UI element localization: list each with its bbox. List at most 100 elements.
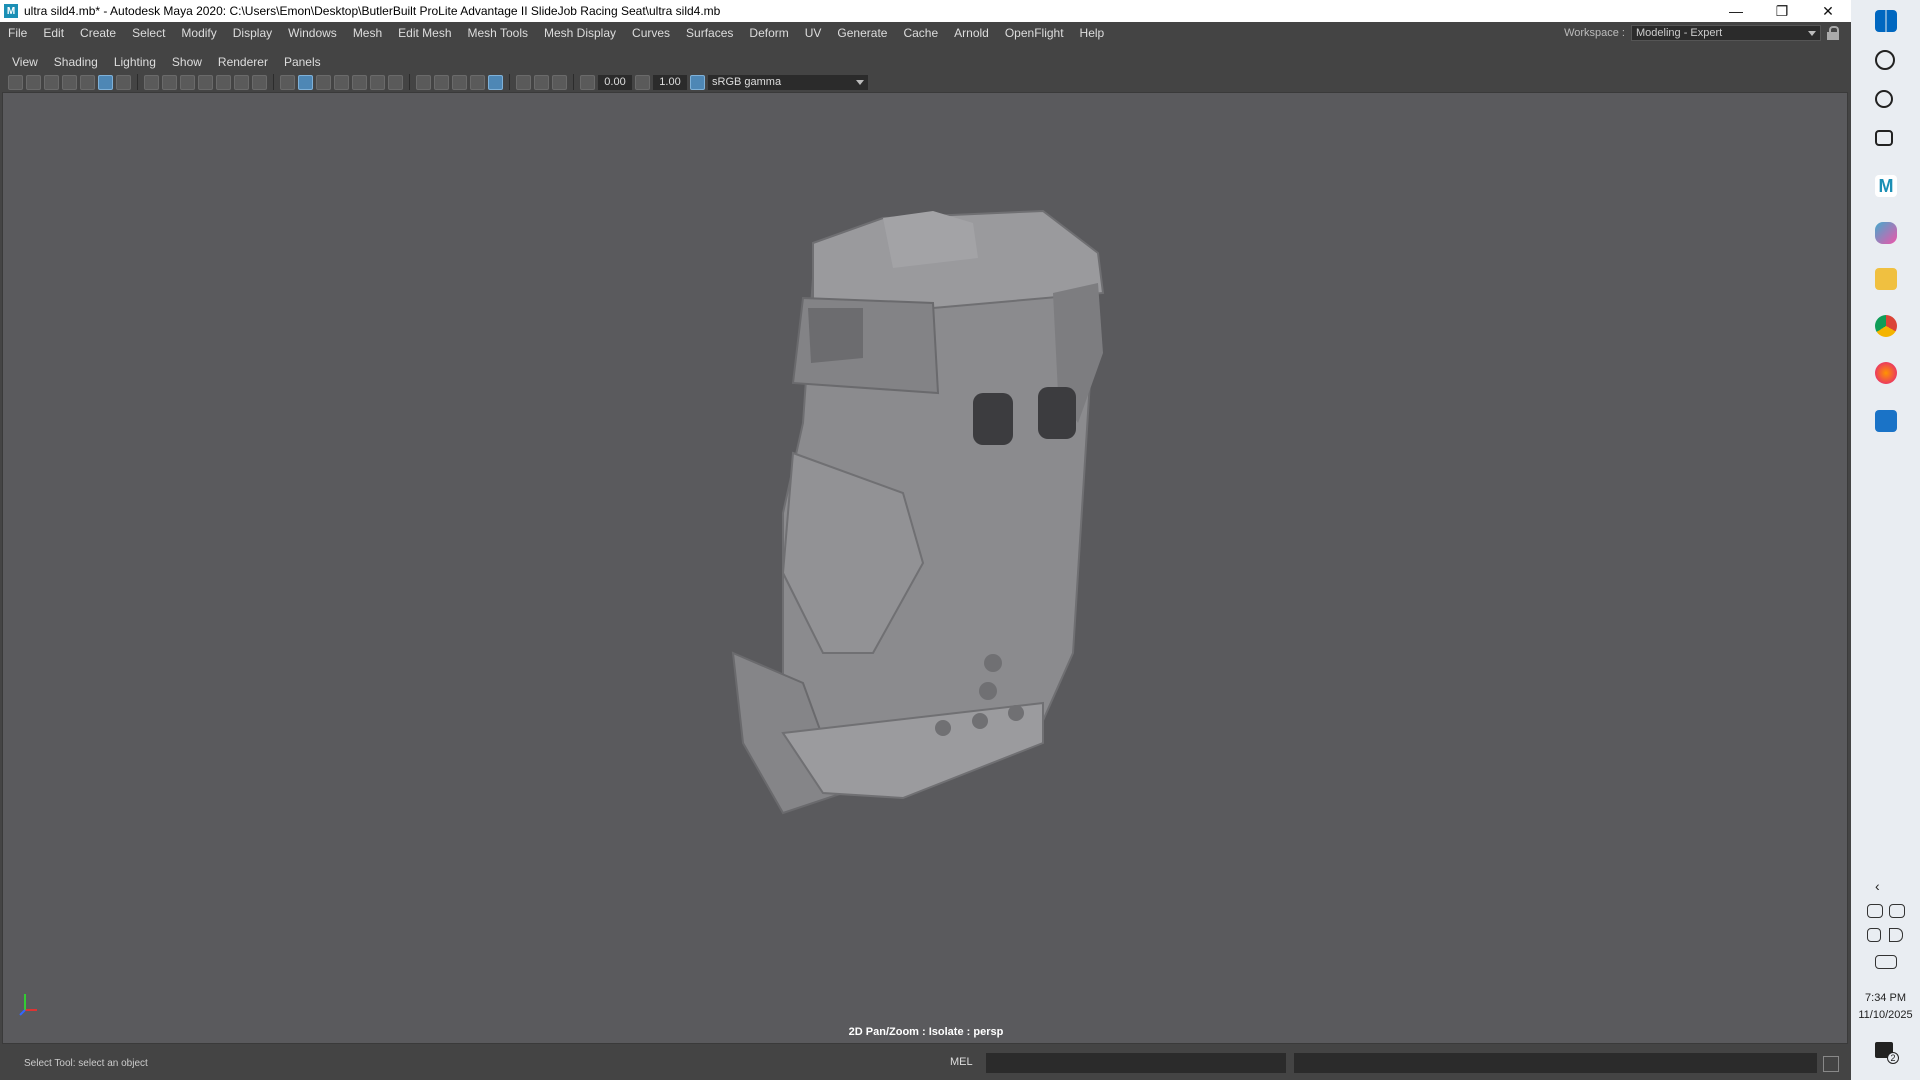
menu-curves[interactable]: Curves (624, 26, 678, 40)
maya-taskbar-icon[interactable]: M (1875, 175, 1897, 197)
main-menu-bar: File Edit Create Select Modify Display W… (0, 22, 1851, 44)
status-bar: Select Tool: select an object MEL (0, 1044, 1851, 1080)
panel-menu-shading[interactable]: Shading (50, 55, 106, 69)
xray-icon[interactable] (516, 74, 531, 90)
color-space-dropdown[interactable]: sRGB gamma (708, 74, 868, 90)
menu-windows[interactable]: Windows (280, 26, 345, 40)
menu-help[interactable]: Help (1072, 26, 1113, 40)
safe-title-icon[interactable] (252, 74, 267, 90)
menu-deform[interactable]: Deform (741, 26, 796, 40)
menu-create[interactable]: Create (72, 26, 124, 40)
depth-of-field-icon[interactable] (470, 74, 485, 90)
close-button[interactable]: ✕ (1805, 0, 1851, 22)
workspace-value: Modeling - Expert (1636, 27, 1723, 39)
panel-menu-bar: View Shading Lighting Show Renderer Pane… (8, 53, 1848, 71)
menu-display[interactable]: Display (225, 26, 280, 40)
maya-app-icon[interactable]: M (4, 4, 18, 18)
menu-mesh[interactable]: Mesh (345, 26, 390, 40)
smooth-shade-icon[interactable] (298, 74, 313, 90)
gamma-icon[interactable] (635, 74, 650, 90)
clock-date[interactable]: 11/10/2025 (1851, 1009, 1920, 1021)
menu-uv[interactable]: UV (797, 26, 830, 40)
workspace-dropdown[interactable]: Modeling - Expert (1631, 25, 1821, 41)
command-input[interactable] (986, 1053, 1286, 1073)
xray-joints-icon[interactable] (534, 74, 549, 90)
shadows-icon[interactable] (388, 74, 403, 90)
minimize-button[interactable]: — (1713, 0, 1759, 22)
windows-start-icon[interactable] (1875, 10, 1897, 32)
lights-icon[interactable] (370, 74, 385, 90)
onedrive-icon[interactable] (1867, 904, 1883, 918)
clock-time[interactable]: 7:34 PM (1851, 992, 1920, 1004)
exposure-field[interactable]: 0.00 (598, 74, 632, 90)
search-icon[interactable] (1875, 50, 1895, 70)
notification-icon[interactable]: 2 (1875, 1042, 1899, 1064)
viewport-camera-label: 2D Pan/Zoom : Isolate : persp (848, 1026, 1004, 1038)
toolbar-divider (273, 74, 274, 90)
bookmark-icon[interactable] (62, 74, 77, 90)
photos-icon[interactable] (1875, 410, 1897, 432)
xray-components-icon[interactable] (552, 74, 567, 90)
perspective-viewport[interactable]: 2D Pan/Zoom : Isolate : persp (2, 92, 1848, 1044)
panel-menu-lighting[interactable]: Lighting (110, 55, 164, 69)
checker-icon[interactable] (352, 74, 367, 90)
menu-modify[interactable]: Modify (173, 26, 224, 40)
display-icon[interactable] (1889, 904, 1905, 918)
safe-action-icon[interactable] (234, 74, 249, 90)
menu-mesh-tools[interactable]: Mesh Tools (460, 26, 536, 40)
camera-lock-icon[interactable] (26, 74, 41, 90)
gamma-field[interactable]: 1.00 (653, 74, 687, 90)
menu-openflight[interactable]: OpenFlight (997, 26, 1072, 40)
wireframe-on-shaded-icon[interactable] (316, 74, 331, 90)
film-gate-icon[interactable] (162, 74, 177, 90)
menu-select[interactable]: Select (124, 26, 173, 40)
toolbar-divider (137, 74, 138, 90)
chrome-icon[interactable] (1875, 315, 1897, 337)
menu-cache[interactable]: Cache (895, 26, 946, 40)
menu-edit-mesh[interactable]: Edit Mesh (390, 26, 459, 40)
wireframe-icon[interactable] (280, 74, 295, 90)
menu-edit[interactable]: Edit (35, 26, 72, 40)
menu-generate[interactable]: Generate (829, 26, 895, 40)
cortana-icon[interactable] (1875, 90, 1893, 108)
grid-icon[interactable] (144, 74, 159, 90)
camera-attributes-icon[interactable] (44, 74, 59, 90)
firefox-icon[interactable] (1875, 362, 1897, 384)
panel-menu-show[interactable]: Show (168, 55, 210, 69)
file-explorer-icon[interactable] (1875, 268, 1897, 290)
field-chart-icon[interactable] (216, 74, 231, 90)
panel-menu-renderer[interactable]: Renderer (214, 55, 276, 69)
motion-blur-icon[interactable] (434, 74, 449, 90)
grease-pencil-icon[interactable] (116, 74, 131, 90)
chevron-left-icon[interactable]: ‹ (1875, 878, 1887, 894)
color-management-icon[interactable] (690, 74, 705, 90)
menu-mesh-display[interactable]: Mesh Display (536, 26, 624, 40)
script-editor-icon[interactable] (1823, 1056, 1839, 1072)
exposure-icon[interactable] (580, 74, 595, 90)
image-plane-icon[interactable] (80, 74, 95, 90)
camera-icon[interactable] (8, 74, 23, 90)
pan-zoom-icon[interactable] (98, 74, 113, 90)
task-view-icon[interactable] (1875, 130, 1893, 146)
menu-surfaces[interactable]: Surfaces (678, 26, 741, 40)
anti-aliasing-icon[interactable] (452, 74, 467, 90)
isolate-select-icon[interactable] (488, 74, 503, 90)
copilot-icon[interactable] (1875, 222, 1897, 244)
racing-seat-model[interactable] (3, 93, 1849, 1045)
axis-gizmo (19, 994, 37, 1016)
menu-file[interactable]: File (0, 26, 35, 40)
restore-button[interactable]: ❐ (1759, 0, 1805, 22)
lock-icon[interactable] (1827, 26, 1839, 40)
textured-icon[interactable] (334, 74, 349, 90)
ambient-occlusion-icon[interactable] (416, 74, 431, 90)
panel-menu-panels[interactable]: Panels (280, 55, 329, 69)
volume-icon[interactable] (1889, 928, 1903, 942)
toolbar-divider (573, 74, 574, 90)
resolution-gate-icon[interactable] (180, 74, 195, 90)
gate-mask-icon[interactable] (198, 74, 213, 90)
panel-menu-view[interactable]: View (8, 55, 46, 69)
network-icon[interactable] (1867, 928, 1881, 942)
command-language-toggle[interactable]: MEL (950, 1056, 973, 1068)
keyboard-icon[interactable] (1875, 955, 1897, 969)
menu-arnold[interactable]: Arnold (946, 26, 997, 40)
